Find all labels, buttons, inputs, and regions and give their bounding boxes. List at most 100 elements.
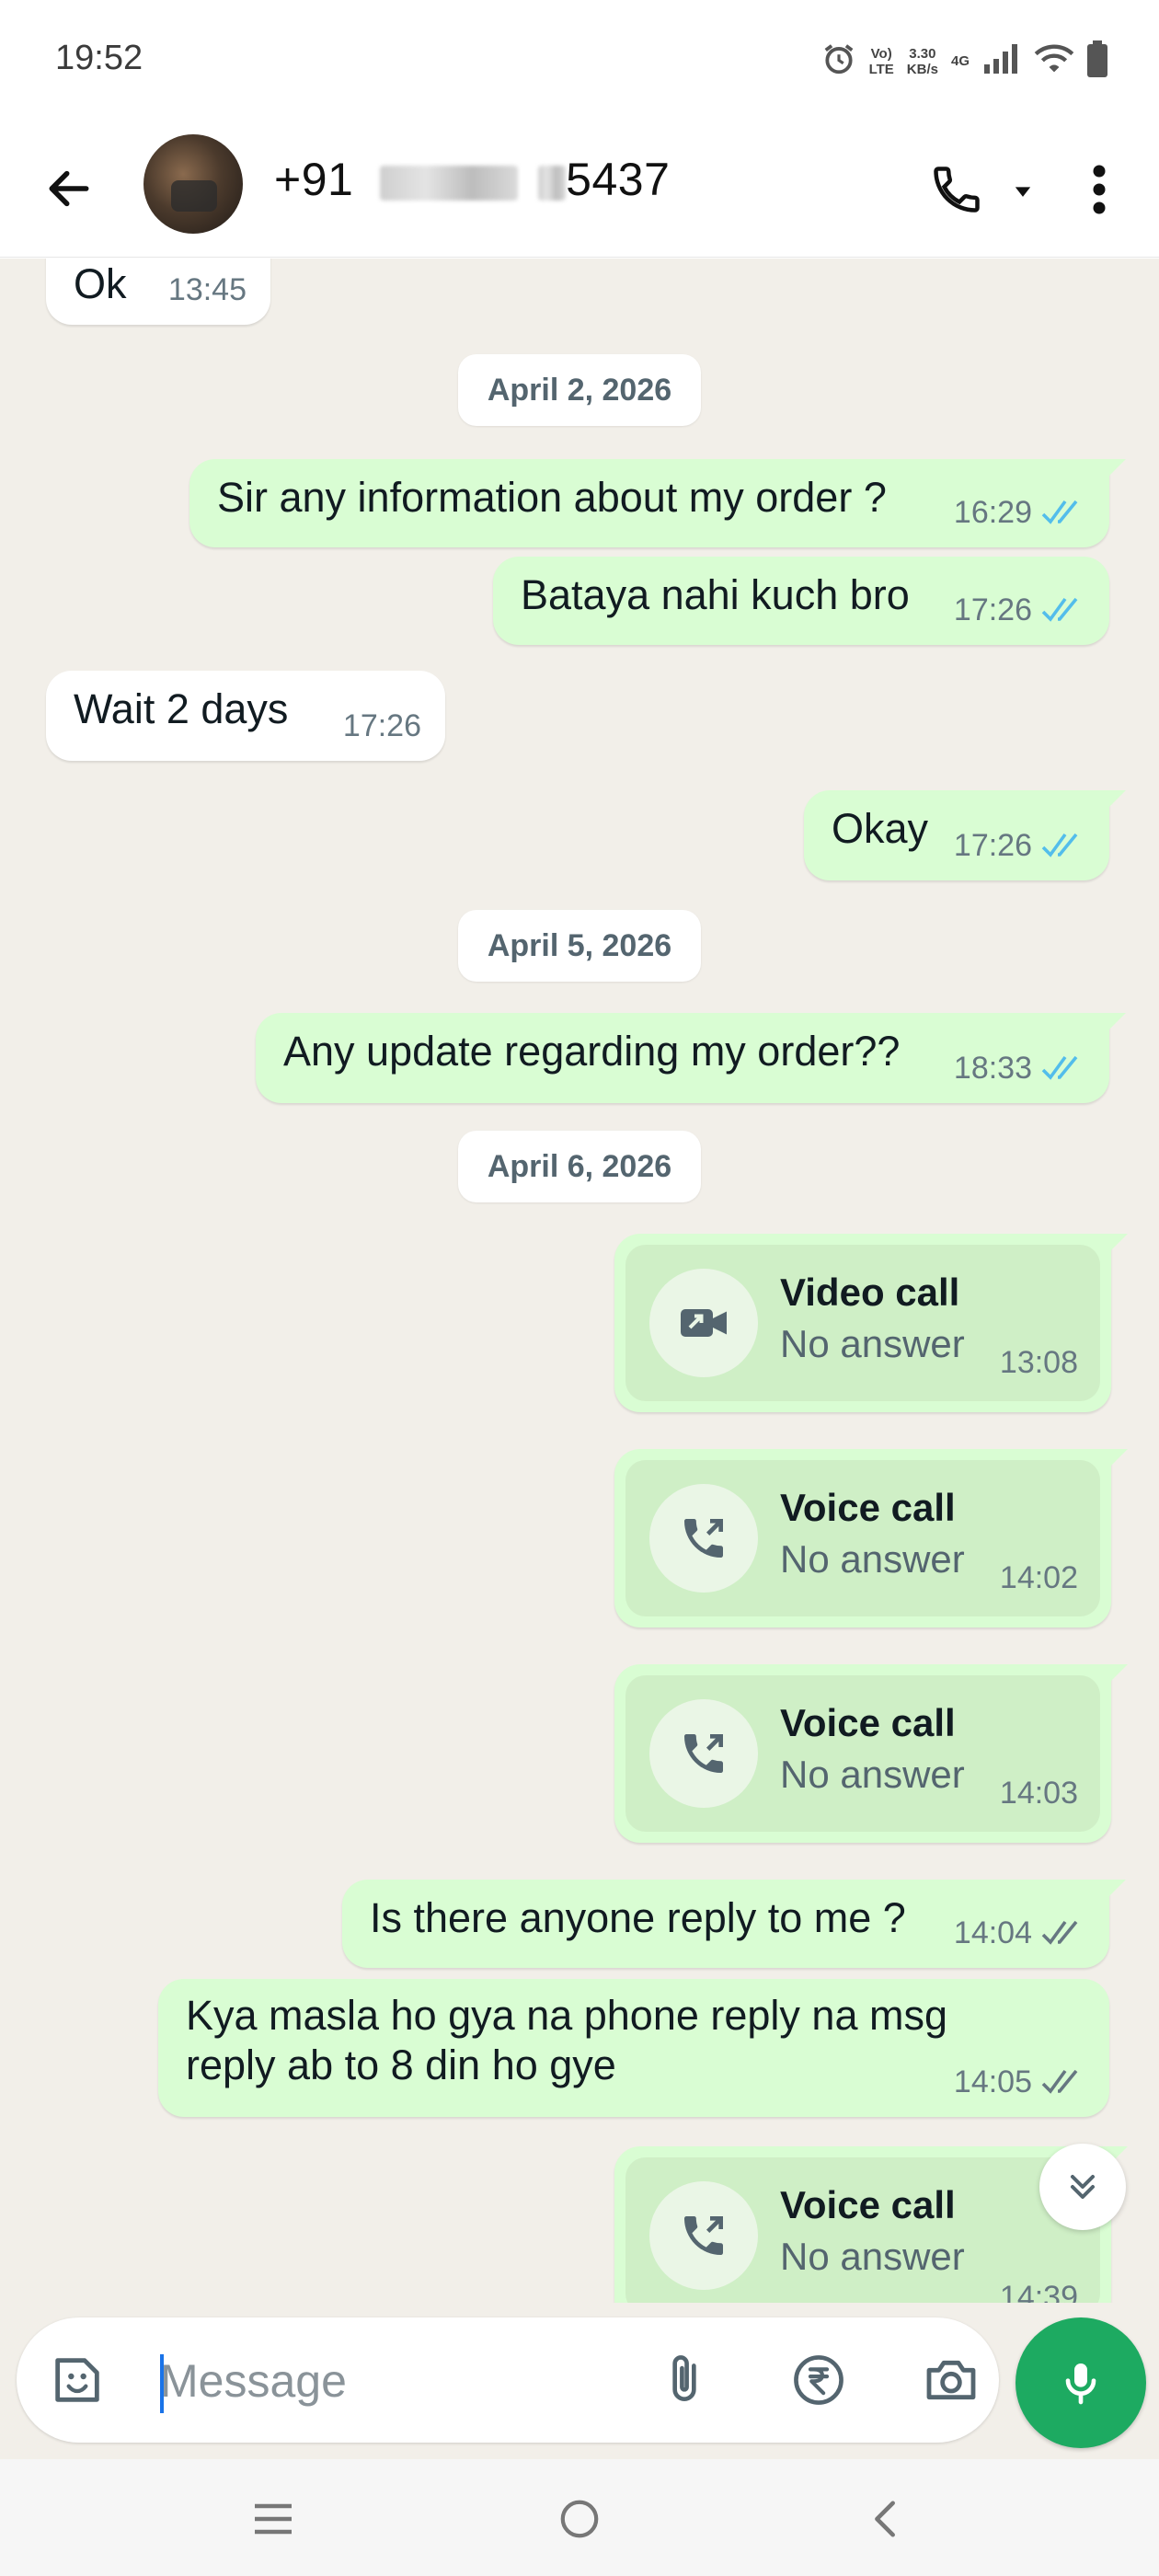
call-card-inner: Voice call No answer 14:02 bbox=[625, 1460, 1100, 1616]
battery-icon bbox=[1087, 40, 1107, 82]
message-input-container bbox=[17, 2317, 999, 2443]
chat-area[interactable]: Ok 13:45 April 2, 2026 Sir any informati… bbox=[0, 259, 1159, 2303]
redacted-number bbox=[379, 165, 518, 201]
message-time: 17:26 bbox=[953, 828, 1032, 863]
message-meta: 13:45 bbox=[168, 264, 247, 316]
read-receipt-icon bbox=[1041, 833, 1078, 857]
call-card-inner: Video call No answer 13:08 bbox=[625, 1245, 1100, 1401]
message-meta: 14:05 bbox=[954, 2056, 1085, 2108]
outgoing-call-icon bbox=[684, 1519, 723, 1558]
message-outgoing[interactable]: Any update regarding my order?? 18:33 bbox=[256, 1013, 1126, 1103]
message-meta: 16:29 bbox=[954, 487, 1085, 538]
caret-down-icon bbox=[1015, 187, 1031, 197]
outgoing-call-icon bbox=[684, 2216, 723, 2255]
message-time: 14:04 bbox=[953, 1915, 1032, 1950]
video-call-icon bbox=[681, 1309, 727, 1337]
message-incoming[interactable]: Ok 13:45 bbox=[46, 259, 270, 325]
missed-voice-call-card[interactable]: Voice call No answer 14:39 bbox=[614, 2146, 1128, 2303]
message-time: 16:29 bbox=[953, 495, 1032, 530]
volte-top: Vo) bbox=[870, 45, 892, 62]
call-time: 14:03 bbox=[999, 1776, 1078, 1811]
scroll-to-bottom-button[interactable] bbox=[1039, 2144, 1126, 2230]
back-button[interactable] bbox=[37, 156, 101, 221]
call-status: No answer bbox=[780, 2235, 965, 2278]
call-title: Voice call bbox=[780, 1701, 956, 1744]
back-chevron-icon bbox=[875, 2501, 895, 2537]
message-outgoing[interactable]: Bataya nahi kuch bro 17:26 bbox=[493, 557, 1109, 645]
contact-name[interactable]: +91 5437 bbox=[274, 153, 670, 206]
delivered-receipt-icon bbox=[1041, 1920, 1078, 1945]
message-input[interactable] bbox=[160, 2349, 638, 2413]
double-chevron-down-icon bbox=[1070, 2174, 1096, 2200]
message-outgoing[interactable]: Kya masla ho gya na phone reply na msg r… bbox=[158, 1979, 1109, 2117]
sticker-icon bbox=[55, 2358, 99, 2402]
network-type: 4G bbox=[950, 53, 970, 69]
message-outgoing[interactable]: Is there anyone reply to me ? 14:04 bbox=[342, 1880, 1126, 1968]
message-outgoing[interactable]: Okay 17:26 bbox=[804, 790, 1126, 880]
message-text-line-2: reply ab to 8 din ho gye bbox=[186, 2041, 616, 2088]
voice-message-button[interactable] bbox=[1016, 2317, 1146, 2448]
missed-voice-call-card[interactable]: Voice call No answer 14:03 bbox=[614, 1664, 1128, 1843]
contact-prefix: +91 bbox=[274, 154, 354, 205]
message-meta: 17:26 bbox=[954, 820, 1085, 871]
message-meta: 14:04 bbox=[954, 1907, 1085, 1959]
call-options-dropdown[interactable] bbox=[1004, 173, 1041, 210]
call-title: Video call bbox=[780, 1271, 960, 1314]
message-outgoing[interactable]: Sir any information about my order ? 16:… bbox=[189, 459, 1126, 547]
sticker-button[interactable] bbox=[44, 2347, 110, 2413]
message-text: Okay bbox=[832, 805, 929, 852]
missed-video-call-card[interactable]: Video call No answer 13:08 bbox=[614, 1234, 1128, 1412]
contact-avatar[interactable] bbox=[143, 134, 243, 234]
contact-suffix: 5437 bbox=[566, 154, 671, 205]
call-card-inner: Voice call No answer 14:39 bbox=[625, 2157, 1100, 2303]
composer-bar bbox=[0, 2303, 1159, 2459]
nav-back-button[interactable] bbox=[844, 2487, 927, 2551]
call-time: 14:02 bbox=[999, 1560, 1078, 1595]
chat-header: +91 5437 bbox=[0, 120, 1159, 258]
phone-icon bbox=[934, 167, 980, 213]
message-incoming[interactable]: Wait 2 days 17:26 bbox=[46, 671, 445, 761]
text-cursor bbox=[160, 2354, 164, 2413]
speed-unit: KB/s bbox=[906, 61, 938, 77]
redacted-number bbox=[538, 165, 567, 201]
paperclip-icon bbox=[672, 2355, 696, 2401]
call-status: No answer bbox=[780, 1322, 965, 1365]
read-receipt-icon bbox=[1041, 1055, 1078, 1080]
read-receipt-icon bbox=[1041, 500, 1078, 524]
call-card-inner: Voice call No answer 14:03 bbox=[625, 1675, 1100, 1832]
alarm-icon bbox=[821, 41, 856, 81]
nav-home-button[interactable] bbox=[538, 2487, 621, 2551]
call-icon-circle bbox=[649, 1484, 758, 1593]
message-time: 13:45 bbox=[167, 272, 247, 307]
more-options-button[interactable] bbox=[1067, 153, 1131, 226]
message-text: Bataya nahi kuch bro bbox=[521, 571, 910, 618]
attach-button[interactable] bbox=[651, 2347, 717, 2413]
status-bar: 19:52 Vo) LTE 3.30 KB/s 4G bbox=[0, 0, 1159, 120]
payment-button[interactable] bbox=[786, 2347, 852, 2413]
message-text: Wait 2 days bbox=[74, 685, 289, 732]
message-text: Is there anyone reply to me ? bbox=[370, 1894, 906, 1941]
status-icons: Vo) LTE 3.30 KB/s 4G bbox=[821, 40, 1107, 82]
menu-icon bbox=[255, 2503, 292, 2535]
message-text: Ok bbox=[74, 260, 127, 307]
outgoing-call-icon bbox=[684, 1734, 723, 1773]
call-title: Voice call bbox=[780, 2183, 956, 2226]
message-meta: 17:26 bbox=[954, 584, 1085, 636]
delivered-receipt-icon bbox=[1041, 2069, 1078, 2094]
voice-call-button[interactable] bbox=[920, 153, 993, 226]
call-icon-circle bbox=[649, 1269, 758, 1377]
call-icon-circle bbox=[649, 2181, 758, 2290]
missed-voice-call-card[interactable]: Voice call No answer 14:02 bbox=[614, 1449, 1128, 1627]
date-separator: April 5, 2026 bbox=[458, 910, 701, 982]
call-time: 13:08 bbox=[999, 1345, 1078, 1380]
wifi-icon bbox=[1034, 42, 1074, 80]
signal-icon bbox=[982, 42, 1021, 80]
nav-recents-button[interactable] bbox=[232, 2487, 315, 2551]
volte-bottom: LTE bbox=[868, 61, 894, 77]
camera-button[interactable] bbox=[918, 2347, 984, 2413]
microphone-icon bbox=[1065, 2363, 1096, 2405]
message-time: 17:26 bbox=[342, 708, 421, 743]
message-text-line-1: Kya masla ho gya na phone reply na msg bbox=[186, 1992, 947, 2039]
message-time: 17:26 bbox=[953, 592, 1032, 627]
more-vertical-icon bbox=[1093, 165, 1106, 214]
